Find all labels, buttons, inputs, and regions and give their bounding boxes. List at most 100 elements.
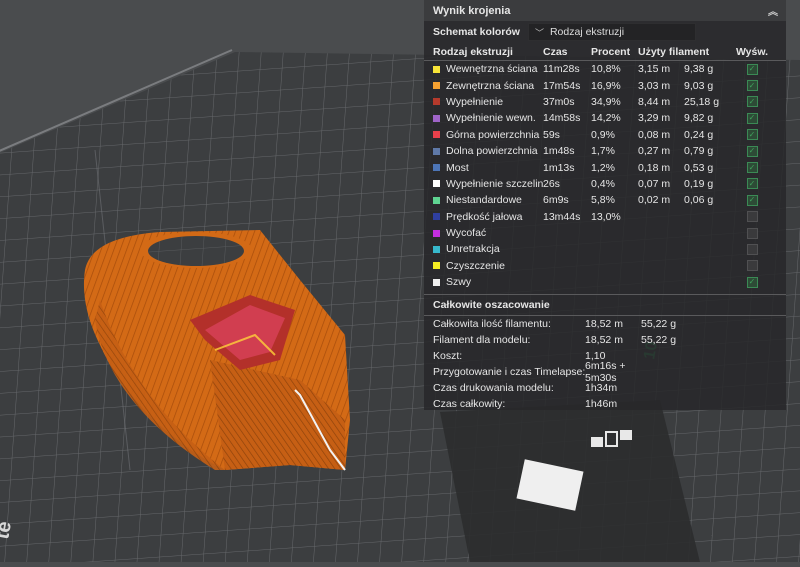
color-swatch xyxy=(433,114,440,122)
extrusion-type-cell: Wycofać xyxy=(433,227,543,239)
time-cell: 13m44s xyxy=(543,210,581,223)
time-cell: 14m58s xyxy=(543,112,581,125)
summary-row: Filament dla modelu: 18,52 m 55,22 g xyxy=(424,332,786,348)
extrusion-type-label: Wewnętrzna ściana xyxy=(446,63,538,76)
table-row: Dolna powierzchnia 1m48s 1,7% 0,27 m 0,79 g ✓ xyxy=(424,143,786,159)
visibility-cell xyxy=(737,260,767,272)
percent-cell: 14,2% xyxy=(591,112,621,125)
summary-row: Czas drukowania modelu: 1h34m xyxy=(424,380,786,396)
filament-weight-cell: 0,24 g xyxy=(684,128,714,141)
color-swatch xyxy=(433,147,440,155)
summary-label: Koszt: xyxy=(433,350,463,363)
time-cell: 17m54s xyxy=(543,79,581,92)
color-swatch xyxy=(433,213,440,221)
color-swatch xyxy=(433,164,440,172)
table-row: Unretrakcja xyxy=(424,241,786,257)
extrusion-table: Wewnętrzna ściana 11m28s 10,8% 3,15 m 9,38 g… xyxy=(424,61,786,290)
extrusion-type-label: Wypełnienie xyxy=(446,95,504,108)
extrusion-type-cell: Unretrakcja xyxy=(433,243,543,255)
visibility-cell: ✓ xyxy=(737,178,767,190)
visibility-cell: ✓ xyxy=(737,112,767,124)
visibility-cell: ✓ xyxy=(737,145,767,157)
visibility-checkbox[interactable]: ✓ xyxy=(746,80,758,92)
summary-row: Czas całkowity: 1h46m xyxy=(424,396,786,412)
visibility-cell xyxy=(737,227,767,239)
table-row: Wypełnienie 37m0s 34,9% 8,44 m 25,18 g ✓ xyxy=(424,94,786,110)
extrusion-type-cell: Wypełnienie szczelin xyxy=(433,178,543,190)
visibility-checkbox[interactable]: ✓ xyxy=(746,129,758,141)
slicing-result-panel: Wynik krojenia ︽ Schemat kolorów ﹀ Rodza… xyxy=(424,0,786,410)
table-row: Wewnętrzna ściana 11m28s 10,8% 3,15 m 9,38 g… xyxy=(424,61,786,77)
percent-cell: 5,8% xyxy=(591,194,615,207)
extrusion-type-cell: Most xyxy=(433,162,543,174)
filament-weight-cell: 9,82 g xyxy=(684,112,714,125)
color-scheme-dropdown[interactable]: ﹀ Rodzaj ekstruzji xyxy=(527,23,696,41)
percent-cell: 16,9% xyxy=(591,79,621,92)
extrusion-type-cell: Szwy xyxy=(433,276,543,288)
summary-value: 6m16s + 5m30s xyxy=(585,360,626,385)
color-scheme-row: Schemat kolorów ﹀ Rodzaj ekstruzji xyxy=(424,21,786,43)
visibility-cell xyxy=(737,211,767,223)
color-swatch xyxy=(433,131,440,139)
visibility-checkbox[interactable]: ✓ xyxy=(746,162,758,174)
col-header-filament: Użyty filament xyxy=(638,45,710,58)
visibility-cell: ✓ xyxy=(737,276,767,288)
visibility-checkbox[interactable]: ✓ xyxy=(746,112,758,124)
time-cell: 6m9s xyxy=(543,194,569,207)
visibility-checkbox[interactable]: ✓ xyxy=(746,63,758,75)
extrusion-type-label: Prędkość jałowa xyxy=(446,210,523,223)
table-row: Most 1m13s 1,2% 0,18 m 0,53 g ✓ xyxy=(424,159,786,175)
percent-cell: 0,9% xyxy=(591,128,615,141)
filament-weight-cell: 25,18 g xyxy=(684,95,720,108)
visibility-checkbox[interactable] xyxy=(746,227,758,239)
summary-title: Całkowite oszacowanie xyxy=(433,299,550,312)
visibility-checkbox[interactable] xyxy=(746,243,758,255)
percent-cell: 13,0% xyxy=(591,210,621,223)
filament-length-cell: 0,18 m xyxy=(638,161,671,174)
color-swatch xyxy=(433,278,440,286)
filament-weight-cell: 0,06 g xyxy=(684,194,714,207)
filament-weight-cell: 0,79 g xyxy=(684,145,714,158)
summary-value: 18,52 m xyxy=(585,334,623,347)
summary-value: 18,52 m xyxy=(585,318,623,331)
color-swatch xyxy=(433,180,440,188)
visibility-checkbox[interactable] xyxy=(746,260,758,272)
time-cell: 1m13s xyxy=(543,161,575,174)
table-header: Rodzaj ekstruzji Czas Procent Użyty fila… xyxy=(424,43,786,61)
visibility-checkbox[interactable]: ✓ xyxy=(746,276,758,288)
color-swatch xyxy=(433,82,440,90)
summary-value-secondary: 55,22 g xyxy=(641,334,677,347)
extrusion-type-cell: Zewnętrzna ściana xyxy=(433,80,543,92)
summary-row: Przygotowanie i czas Timelapse: 6m16s + 5… xyxy=(424,360,786,384)
color-scheme-value: Rodzaj ekstruzji xyxy=(549,26,625,38)
summary-label: Filament dla modelu: xyxy=(433,334,531,347)
visibility-checkbox[interactable]: ✓ xyxy=(746,145,758,157)
lock-icon xyxy=(620,430,632,440)
visibility-checkbox[interactable]: ✓ xyxy=(746,178,758,190)
filament-length-cell: 3,03 m xyxy=(638,79,671,92)
percent-cell: 1,2% xyxy=(591,161,615,174)
visibility-checkbox[interactable] xyxy=(746,211,758,223)
collapse-icon[interactable]: ︽ xyxy=(766,4,780,18)
visibility-checkbox[interactable]: ✓ xyxy=(746,194,758,206)
filament-length-cell: 3,29 m xyxy=(638,112,671,125)
percent-cell: 34,9% xyxy=(591,95,621,108)
extrusion-type-label: Dolna powierzchnia xyxy=(446,145,538,158)
filament-length-cell: 0,07 m xyxy=(638,177,671,190)
time-cell: 11m28s xyxy=(543,63,580,76)
filament-weight-cell: 9,38 g xyxy=(684,63,714,76)
summary-row: Całkowita ilość filamentu: 18,52 m 55,22 g xyxy=(424,316,786,332)
color-swatch xyxy=(433,229,440,237)
extrusion-type-cell: Wypełnienie xyxy=(433,96,543,108)
summary-label: Całkowita ilość filamentu: xyxy=(433,318,551,331)
visibility-checkbox[interactable]: ✓ xyxy=(746,96,758,108)
summary-table: Całkowita ilość filamentu: 18,52 m 55,22 g… xyxy=(424,316,786,412)
extrusion-type-cell: Prędkość jałowa xyxy=(433,211,543,223)
table-row: Wycofać xyxy=(424,225,786,241)
visibility-cell: ✓ xyxy=(737,96,767,108)
panel-header: Wynik krojenia ︽ xyxy=(424,0,786,21)
extrusion-type-label: Szwy xyxy=(446,276,472,289)
filament-weight-cell: 0,19 g xyxy=(684,177,714,190)
summary-value: 1h46m xyxy=(585,398,618,411)
color-swatch xyxy=(433,245,440,253)
